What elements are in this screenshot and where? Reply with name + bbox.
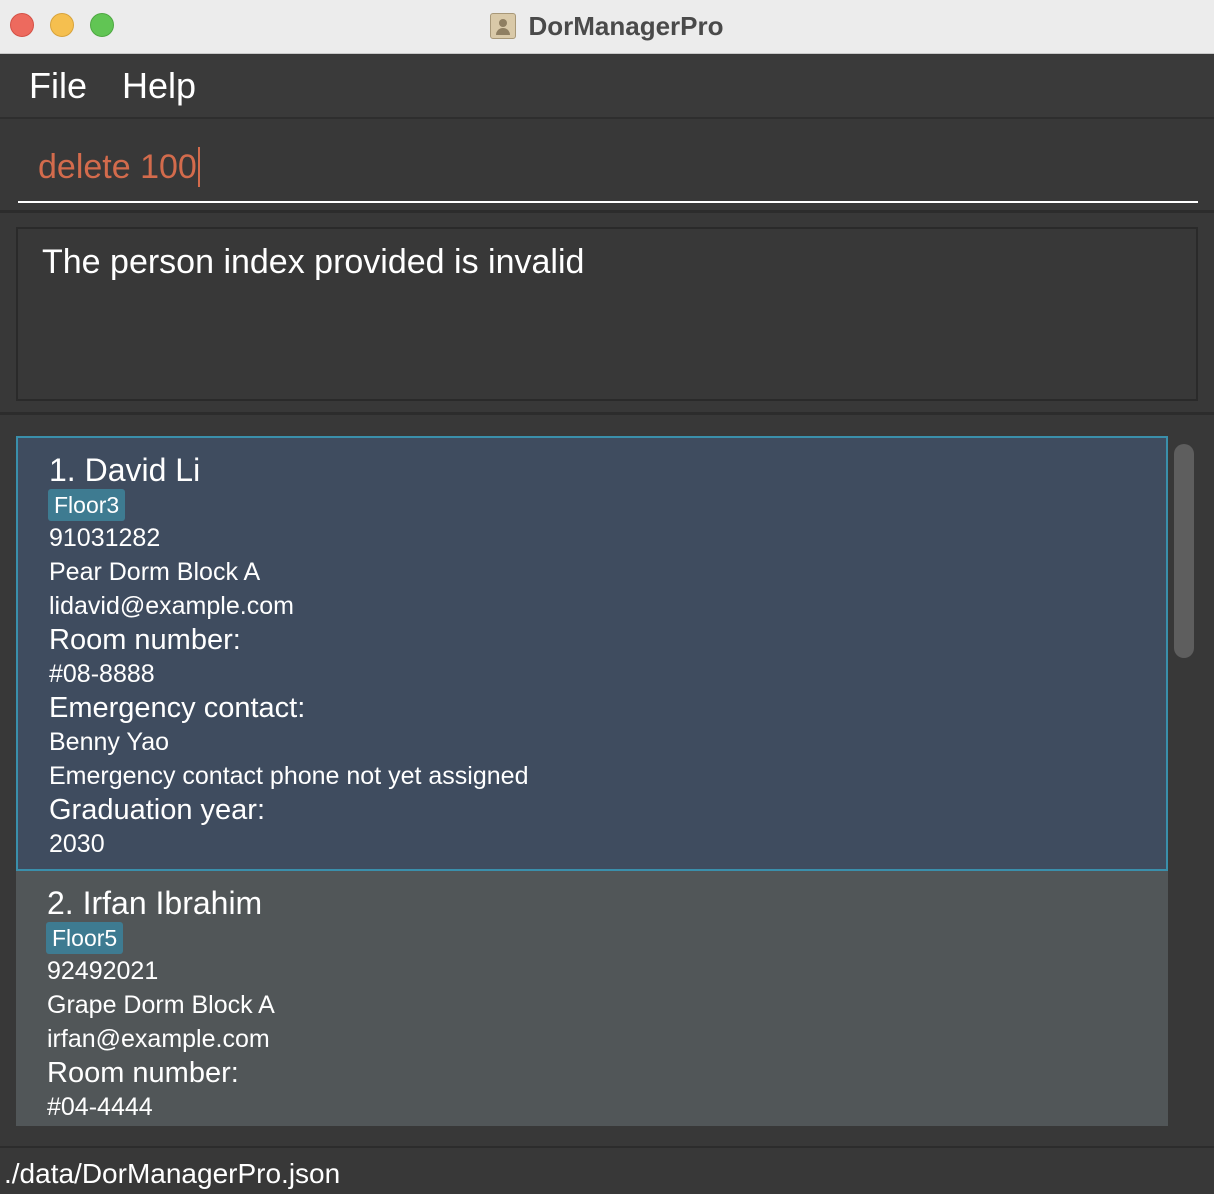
command-input[interactable]: delete 100 xyxy=(18,133,1198,203)
graduation-year: 2030 xyxy=(49,830,105,858)
graduation-year-label: Graduation year: xyxy=(49,794,266,826)
title-bar: DorManagerPro xyxy=(0,0,1214,54)
window-title-group: DorManagerPro xyxy=(0,0,1214,52)
person-email: lidavid@example.com xyxy=(49,592,294,620)
scrollbar-thumb[interactable] xyxy=(1174,444,1194,658)
section-divider xyxy=(0,412,1214,415)
text-caret xyxy=(197,147,200,187)
person-card[interactable]: 2. Irfan Ibrahim Floor5 92492021 Grape D… xyxy=(16,871,1168,1126)
person-card-selected[interactable]: 1. David Li Floor3 91031282 Pear Dorm Bl… xyxy=(16,436,1168,871)
room-number-label: Room number: xyxy=(47,1057,239,1089)
window-title: DorManagerPro xyxy=(528,10,724,41)
room-number: #04-4444 xyxy=(47,1093,153,1121)
address-book-icon xyxy=(490,13,517,39)
save-location: ./data/DorManagerPro.json xyxy=(4,1158,341,1189)
emergency-contact-label: Emergency contact: xyxy=(49,692,306,724)
command-text: delete 100 xyxy=(38,147,197,186)
menu-help[interactable]: Help xyxy=(122,65,196,107)
emergency-contact-phone: Emergency contact phone not yet assigned xyxy=(49,762,529,790)
person-phone: 91031282 xyxy=(49,524,161,552)
person-phone: 92492021 xyxy=(47,957,159,985)
person-address: Grape Dorm Block A xyxy=(47,991,275,1019)
command-box-area: delete 100 xyxy=(0,121,1214,213)
tag-badge: Floor5 xyxy=(46,922,124,954)
person-address: Pear Dorm Block A xyxy=(49,558,261,586)
status-bar: ./data/DorManagerPro.json xyxy=(0,1146,1214,1194)
person-email: irfan@example.com xyxy=(47,1025,270,1053)
result-message: The person index provided is invalid xyxy=(42,243,585,281)
tag-badge: Floor3 xyxy=(48,489,126,521)
room-number: #08-8888 xyxy=(49,660,155,688)
emergency-contact-name: Benny Yao xyxy=(49,728,170,756)
person-name: 2. Irfan Ibrahim xyxy=(47,885,263,921)
room-number-label: Room number: xyxy=(49,624,241,656)
person-list[interactable]: 1. David Li Floor3 91031282 Pear Dorm Bl… xyxy=(16,436,1168,1126)
result-display: The person index provided is invalid xyxy=(16,227,1198,401)
menu-bar: File Help xyxy=(0,55,1214,119)
person-name: 1. David Li xyxy=(49,452,201,488)
menu-file[interactable]: File xyxy=(29,65,87,107)
